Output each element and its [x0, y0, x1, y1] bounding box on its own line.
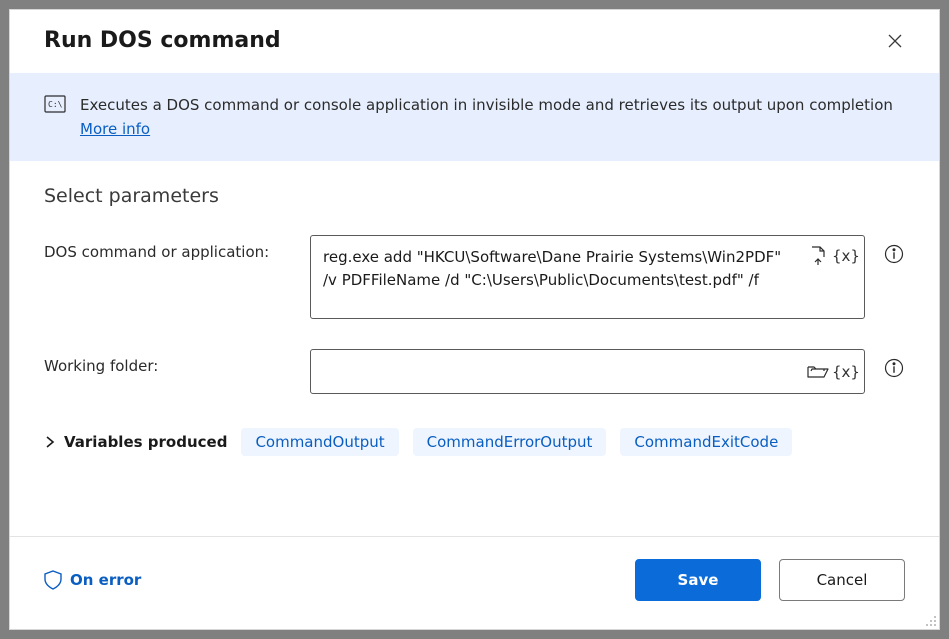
file-picker-button[interactable] [807, 245, 829, 267]
on-error-button[interactable]: On error [44, 570, 141, 590]
dialog-run-dos-command: Run DOS command C:\ Executes a DOS comma… [9, 9, 940, 630]
chevron-right-icon [44, 436, 56, 448]
shield-icon [44, 570, 62, 590]
dialog-body: Select parameters DOS command or applica… [10, 161, 939, 536]
info-icon [884, 244, 904, 264]
dialog-header: Run DOS command [10, 10, 939, 73]
working-folder-help[interactable] [883, 357, 905, 379]
working-folder-input-wrap: {x} [310, 349, 865, 394]
info-text: Executes a DOS command or console applic… [80, 93, 905, 141]
variables-produced-row: Variables produced CommandOutput Command… [44, 428, 905, 456]
more-info-link[interactable]: More info [80, 120, 150, 138]
cancel-button[interactable]: Cancel [779, 559, 905, 601]
variable-picker-button[interactable]: {x} [835, 245, 857, 267]
variable-chip-commandoutput[interactable]: CommandOutput [241, 428, 398, 456]
dos-command-input-icons: {x} [807, 245, 857, 267]
dos-command-input[interactable] [310, 235, 865, 319]
field-dos-command: DOS command or application: {x} [44, 235, 905, 323]
footer-buttons: Save Cancel [635, 559, 905, 601]
info-banner: C:\ Executes a DOS command or console ap… [10, 73, 939, 161]
save-button[interactable]: Save [635, 559, 761, 601]
variable-chip-commanderroroutput[interactable]: CommandErrorOutput [413, 428, 607, 456]
terminal-icon: C:\ [44, 95, 66, 117]
file-up-icon [809, 246, 827, 266]
dos-command-label: DOS command or application: [44, 235, 292, 261]
dos-command-help[interactable] [883, 243, 905, 265]
close-icon [887, 33, 903, 49]
variables-produced-label: Variables produced [64, 433, 227, 451]
info-icon [884, 358, 904, 378]
on-error-label: On error [70, 571, 141, 589]
working-folder-label: Working folder: [44, 349, 292, 375]
section-title: Select parameters [44, 185, 905, 207]
variable-chip-commandexitcode[interactable]: CommandExitCode [620, 428, 792, 456]
folder-picker-button[interactable] [807, 361, 829, 383]
info-description: Executes a DOS command or console applic… [80, 96, 893, 114]
folder-open-icon [807, 363, 829, 381]
dialog-footer: On error Save Cancel [10, 536, 939, 629]
working-folder-input-icons: {x} [807, 361, 857, 383]
field-working-folder: Working folder: {x} [44, 349, 905, 394]
dos-command-input-wrap: {x} [310, 235, 865, 323]
dialog-title: Run DOS command [44, 28, 281, 53]
variable-picker-button[interactable]: {x} [835, 361, 857, 383]
working-folder-input[interactable] [310, 349, 865, 394]
svg-text:C:\: C:\ [48, 100, 63, 109]
variables-produced-toggle[interactable]: Variables produced [44, 433, 227, 451]
close-button[interactable] [885, 31, 905, 51]
